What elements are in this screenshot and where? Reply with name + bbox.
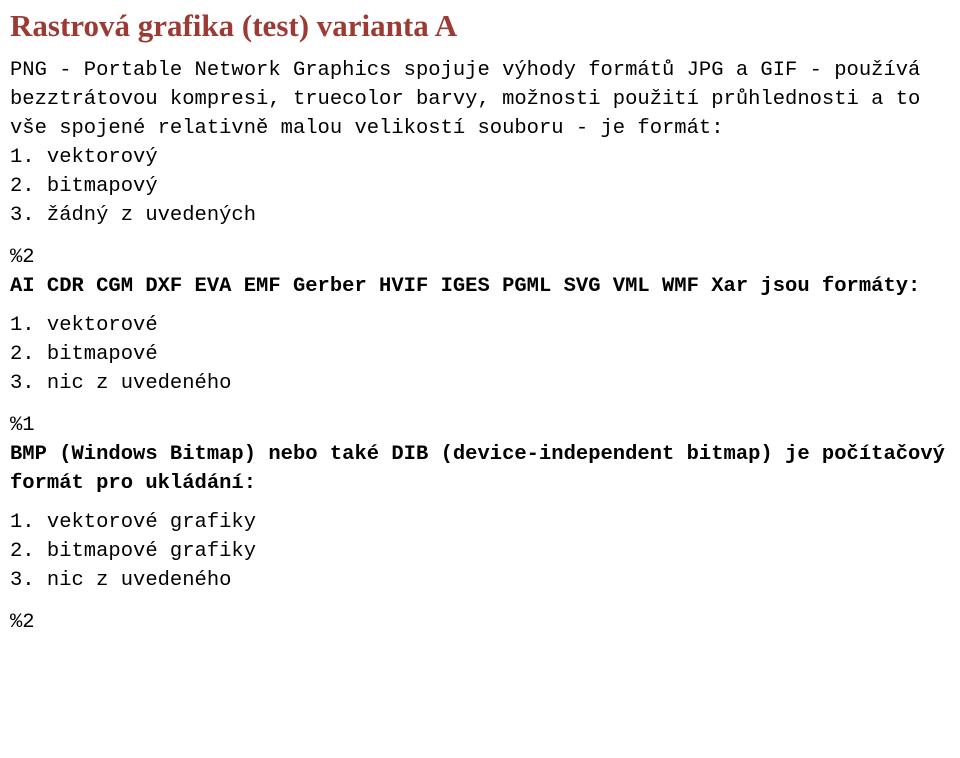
option-item[interactable]: 3. žádný z uvedených [10, 201, 950, 230]
question-block-1: PNG - Portable Network Graphics spojuje … [10, 56, 950, 272]
option-item[interactable]: 3. nic z uvedeného [10, 369, 950, 398]
option-item[interactable]: 2. bitmapové [10, 340, 950, 369]
option-item[interactable]: 1. vektorový [10, 143, 950, 172]
question-prompt-1: PNG - Portable Network Graphics spojuje … [10, 59, 933, 140]
option-item[interactable]: 2. bitmapové grafiky [10, 537, 950, 566]
answer-marker-2: %1 [10, 414, 35, 437]
answer-marker-1: %2 [10, 246, 35, 269]
question-options-2: 1. vektorové 2. bitmapové 3. nic z uvede… [10, 311, 950, 398]
prompt-spacer [10, 498, 950, 508]
answer-marker-3: %2 [10, 611, 35, 634]
question-options-3: 1. vektorové grafiky 2. bitmapové grafik… [10, 508, 950, 595]
option-item[interactable]: 2. bitmapový [10, 172, 950, 201]
option-item[interactable]: 3. nic z uvedeného [10, 566, 950, 595]
question-prompt-2: AI CDR CGM DXF EVA EMF Gerber HVIF IGES … [10, 275, 921, 298]
page-title: Rastrová grafika (test) varianta A [10, 8, 458, 43]
question-options-1: 1. vektorový 2. bitmapový 3. žádný z uve… [10, 143, 950, 230]
option-item[interactable]: 1. vektorové [10, 311, 950, 340]
question-prompt-3: BMP (Windows Bitmap) nebo také DIB (devi… [10, 443, 958, 495]
question-block-2: AI CDR CGM DXF EVA EMF Gerber HVIF IGES … [10, 272, 950, 440]
prompt-spacer [10, 301, 950, 311]
question-block-3: BMP (Windows Bitmap) nebo také DIB (devi… [10, 440, 950, 637]
option-item[interactable]: 1. vektorové grafiky [10, 508, 950, 537]
document-page: Rastrová grafika (test) varianta A PNG -… [0, 0, 960, 758]
